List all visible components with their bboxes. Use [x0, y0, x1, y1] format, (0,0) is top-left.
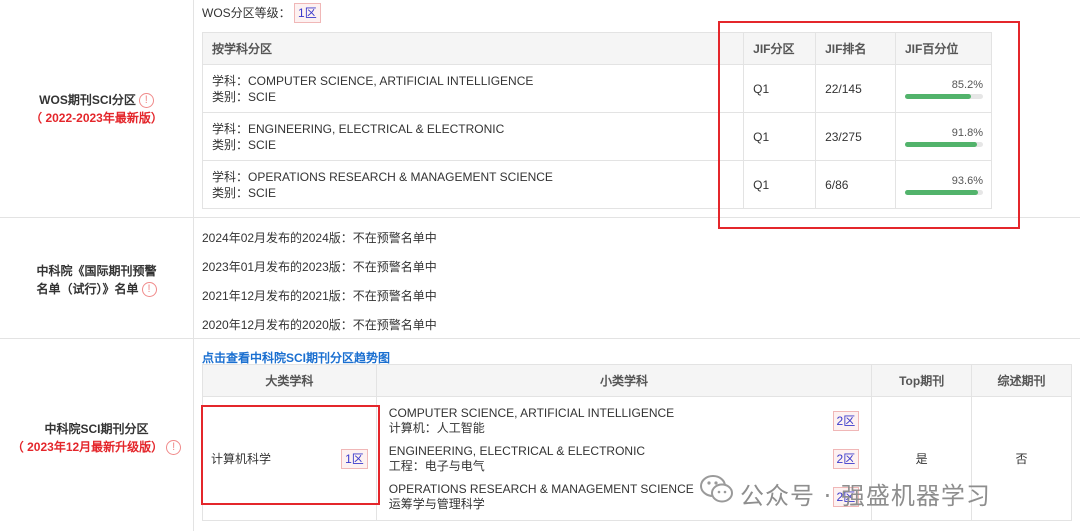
wechat-icon [700, 474, 734, 507]
subject-name: 学科：ENGINEERING, ELECTRICAL & ELECTRONIC [212, 121, 505, 136]
minor-badge: 2区 [832, 448, 860, 469]
minor-subject-cn: 计算机：人工智能 [388, 420, 485, 435]
warning-title-2: 名单（试行）》名单 [36, 282, 139, 296]
subject-category: 类别：SCIE [212, 185, 277, 200]
cas-subtitle: （ 2023年12月最新升级版） [11, 440, 164, 454]
minor-subject-en: OPERATIONS RESEARCH & MANAGEMENT SCIENCE [388, 481, 694, 496]
header-major: 大类学科 [202, 364, 377, 397]
wos-level-badge: 1区 [294, 3, 321, 23]
highlight-box [201, 405, 380, 505]
wos-level: WOS分区等级： 1区 [202, 3, 321, 23]
warning-line: 2021年12月发布的2021版：不在预警名单中 [202, 289, 437, 303]
subject-name: 学科：OPERATIONS RESEARCH & MANAGEMENT SCIE… [212, 169, 553, 184]
header-minor: 小类学科 [375, 364, 873, 397]
wos-level-label: WOS分区等级： [202, 6, 291, 20]
subject-category: 类别：SCIE [212, 89, 277, 104]
minor-subject-en: ENGINEERING, ELECTRICAL & ELECTRONIC [388, 443, 646, 458]
minor-subject-cn: 运筹学与管理科学 [388, 496, 485, 511]
info-icon[interactable]: ! [138, 93, 154, 109]
warning-line: 2023年01月发布的2023版：不在预警名单中 [202, 260, 437, 274]
info-icon[interactable]: ! [141, 282, 157, 298]
highlight-box [718, 21, 1020, 229]
warning-section-label: 中科院《国际期刊预警 名单（试行）》名单! [0, 262, 193, 298]
wos-subtitle: （ 2022-2023年最新版） [30, 111, 163, 125]
wos-title: WOS期刊SCI分区 [39, 93, 136, 107]
minor-subject-cn: 工程：电子与电气 [388, 458, 485, 473]
warning-line: 2024年02月发布的2024版：不在预警名单中 [202, 231, 437, 245]
column-divider [193, 0, 194, 531]
subject-name: 学科：COMPUTER SCIENCE, ARTIFICIAL INTELLIG… [212, 73, 534, 88]
row-divider [0, 338, 1080, 339]
wos-section-label: WOS期刊SCI分区! （ 2022-2023年最新版） [0, 91, 193, 127]
warning-title-1: 中科院《国际期刊预警 [36, 264, 157, 278]
cas-title: 中科院SCI期刊分区 [44, 422, 149, 436]
watermark-text: 公众号 · 强盛机器学习 [740, 482, 991, 510]
list-item: COMPUTER SCIENCE, ARTIFICIAL INTELLIGENC… [388, 402, 860, 440]
cas-section-label: 中科院SCI期刊分区 （ 2023年12月最新升级版）! [0, 420, 193, 456]
header-subject: 按学科分区 [201, 32, 745, 65]
header-top: Top期刊 [871, 364, 973, 397]
minor-badge: 2区 [832, 410, 860, 431]
minor-subject-en: COMPUTER SCIENCE, ARTIFICIAL INTELLIGENC… [388, 405, 675, 420]
warning-line: 2020年12月发布的2020版：不在预警名单中 [202, 318, 437, 332]
list-item: ENGINEERING, ELECTRICAL & ELECTRONIC 工程：电… [388, 440, 860, 478]
table-header-row: 大类学科 小类学科 Top期刊 综述期刊 [202, 364, 1072, 397]
subject-category: 类别：SCIE [212, 137, 277, 152]
header-review: 综述期刊 [971, 364, 1072, 397]
info-icon[interactable]: ! [166, 440, 182, 456]
